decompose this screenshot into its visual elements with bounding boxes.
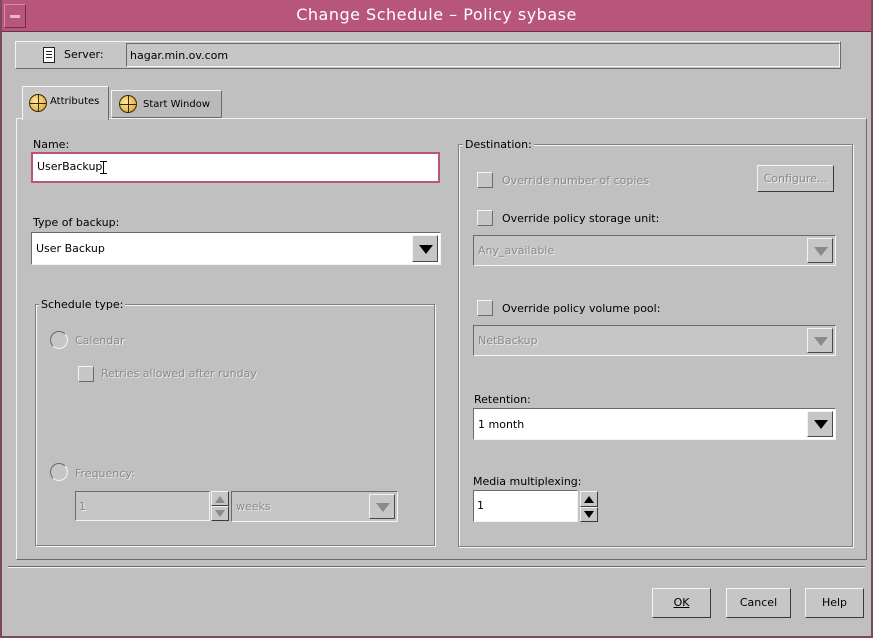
override-pool-label: Override policy volume pool: (502, 302, 661, 315)
name-label: Name: (33, 138, 70, 151)
button-separator (8, 566, 865, 568)
window-title: Change Schedule – Policy sybase (296, 5, 577, 24)
calendar-radio[interactable] (50, 331, 68, 349)
backup-type-label: Type of backup: (33, 216, 120, 229)
storage-unit-value: Any_available (478, 244, 555, 257)
change-schedule-dialog: Change Schedule – Policy sybase Server: … (0, 0, 873, 638)
backup-type-dropdown-arrow-icon[interactable] (412, 235, 438, 262)
cancel-button[interactable]: Cancel (726, 588, 791, 618)
retention-dropdown-arrow-icon[interactable] (807, 411, 833, 437)
tab-start-window-label: Start Window (143, 99, 211, 110)
multiplexing-input[interactable]: 1 (473, 490, 578, 522)
override-copies-checkbox[interactable] (477, 172, 493, 188)
frequency-up-arrow-icon[interactable] (211, 491, 229, 506)
volume-pool-value: NetBackup (478, 334, 538, 347)
frequency-label: Frequency: (75, 467, 135, 480)
override-copies-label: Override number of copies (502, 174, 649, 187)
schedule-type-title: Schedule type: (39, 298, 126, 311)
multiplexing-label: Media multiplexing: (473, 475, 582, 488)
help-button-label: Help (821, 596, 848, 609)
cancel-button-label: Cancel (739, 596, 778, 609)
server-icon (43, 47, 55, 63)
frequency-radio[interactable] (50, 463, 68, 481)
frequency-unit-value: weeks (236, 500, 271, 513)
multiplexing-up-arrow-icon[interactable] (580, 491, 598, 507)
retries-label: Retries allowed after runday (101, 367, 257, 380)
frequency-unit-select[interactable]: weeks (231, 491, 398, 522)
storage-unit-dropdown-arrow-icon[interactable] (807, 238, 833, 263)
configure-button[interactable]: Configure... (757, 165, 834, 192)
tab-start-window[interactable]: Start Window (111, 90, 222, 118)
attributes-globe-icon (29, 94, 47, 112)
frequency-value: 1 (79, 500, 86, 513)
server-value: hagar.min.ov.com (126, 43, 840, 67)
multiplexing-down-arrow-icon[interactable] (580, 506, 598, 522)
title-bar[interactable]: Change Schedule – Policy sybase (2, 0, 871, 32)
name-input[interactable]: UserBackup (31, 152, 440, 183)
retention-value: 1 month (478, 418, 525, 431)
frequency-spinner[interactable] (211, 491, 229, 521)
backup-type-select[interactable]: User Backup (31, 232, 441, 265)
storage-unit-select[interactable]: Any_available (473, 235, 836, 266)
volume-pool-select[interactable]: NetBackup (473, 325, 836, 356)
name-input-value: UserBackup (37, 160, 103, 173)
retention-label: Retention: (474, 393, 531, 406)
override-storage-label: Override policy storage unit: (502, 212, 660, 225)
help-button[interactable]: Help (805, 588, 864, 618)
frequency-down-arrow-icon[interactable] (211, 506, 229, 521)
multiplexing-value: 1 (477, 499, 484, 512)
frequency-unit-dropdown-arrow-icon[interactable] (369, 494, 395, 519)
configure-button-label: Configure... (763, 172, 828, 185)
calendar-label: Calendar (75, 334, 125, 347)
start-window-globe-icon (119, 95, 137, 113)
backup-type-value: User Backup (36, 242, 105, 255)
destination-title: Destination: (463, 138, 534, 151)
retention-select[interactable]: 1 month (473, 408, 836, 440)
ok-button-label: OK (673, 596, 690, 609)
ok-button[interactable]: OK (652, 588, 711, 618)
tab-attributes-label: Attributes (50, 96, 100, 107)
volume-pool-dropdown-arrow-icon[interactable] (807, 328, 833, 353)
text-cursor-icon (100, 161, 107, 174)
override-storage-checkbox[interactable] (477, 210, 493, 226)
retries-checkbox[interactable] (78, 366, 94, 382)
tab-attributes[interactable]: Attributes (22, 86, 109, 120)
override-pool-checkbox[interactable] (477, 300, 493, 316)
frequency-value-input[interactable]: 1 (75, 491, 210, 521)
server-label: Server: (64, 48, 104, 61)
multiplexing-spinner[interactable] (580, 491, 598, 522)
